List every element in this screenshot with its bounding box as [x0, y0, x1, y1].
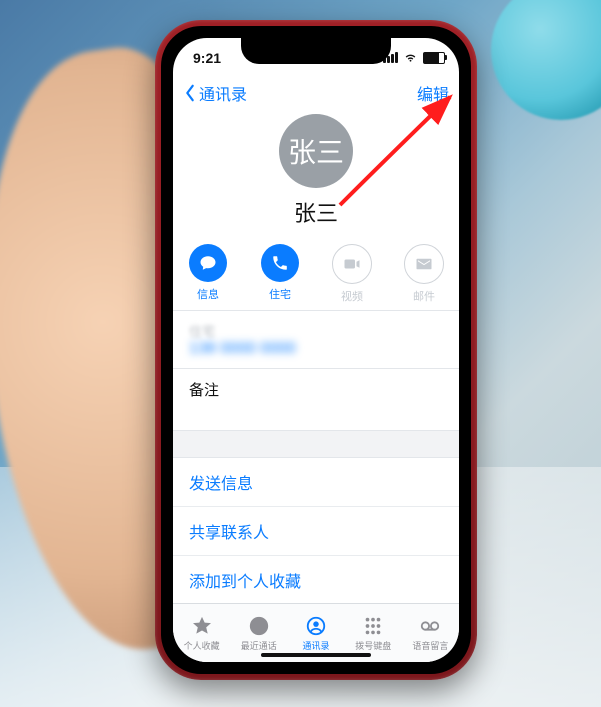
home-indicator[interactable]: [261, 653, 371, 657]
send-message-row[interactable]: 发送信息: [173, 458, 459, 507]
avatar-initials: 张三: [288, 131, 344, 171]
edit-button[interactable]: 编辑: [417, 81, 449, 105]
message-label: 信息: [197, 286, 219, 302]
phone-icon: [261, 244, 299, 282]
message-icon: [189, 244, 227, 282]
contact-icon: [305, 615, 327, 637]
back-label: 通讯录: [199, 81, 247, 105]
tab-favorites[interactable]: 个人收藏: [173, 604, 230, 662]
contact-name: 张三: [294, 196, 338, 228]
battery-icon: [423, 52, 445, 64]
wifi-icon: [403, 50, 418, 65]
phone-body: 9:21 通讯录 编辑 张三 张三: [155, 20, 477, 680]
phone-type-label: 住宅: [189, 321, 443, 340]
call-label: 住宅: [269, 286, 291, 302]
clock-icon: [248, 615, 270, 637]
mail-action: 邮件: [398, 244, 450, 304]
mail-icon: [404, 244, 444, 284]
action-row: 信息 住宅 视频 邮件: [173, 238, 459, 310]
tab-label: 最近通话: [241, 639, 277, 652]
tab-bar: 个人收藏 最近通话 通讯录 拨号键盘 语音留言: [173, 603, 459, 662]
phone-number-row[interactable]: 住宅 138 0000 0000: [173, 311, 459, 368]
avatar: 张三: [279, 114, 353, 188]
call-action[interactable]: 住宅: [254, 244, 306, 304]
phone-bezel: 9:21 通讯录 编辑 张三 张三: [161, 26, 471, 674]
mail-label: 邮件: [413, 288, 435, 304]
notch: [241, 38, 391, 64]
phone-screen: 9:21 通讯录 编辑 张三 张三: [173, 38, 459, 662]
video-label: 视频: [341, 288, 363, 304]
message-action[interactable]: 信息: [182, 244, 234, 304]
nav-bar: 通讯录 编辑: [173, 76, 459, 110]
contact-header: 张三 张三: [173, 110, 459, 238]
add-favorite-row[interactable]: 添加到个人收藏: [173, 556, 459, 605]
tab-label: 语音留言: [412, 639, 448, 652]
voicemail-icon: [419, 615, 441, 637]
section-gap: [173, 430, 459, 458]
chevron-left-icon: [183, 84, 197, 102]
status-time: 9:21: [193, 50, 221, 66]
status-right: [383, 50, 445, 65]
notes-row[interactable]: 备注: [173, 369, 459, 430]
tab-label: 拨号键盘: [355, 639, 391, 652]
share-contact-row[interactable]: 共享联系人: [173, 507, 459, 556]
phone-number: 138 0000 0000: [189, 340, 443, 358]
notes-label: 备注: [189, 382, 219, 399]
video-action: 视频: [326, 244, 378, 304]
tab-label: 个人收藏: [184, 639, 220, 652]
back-button[interactable]: 通讯录: [183, 81, 247, 105]
keypad-icon: [362, 615, 384, 637]
video-icon: [332, 244, 372, 284]
tab-voicemail[interactable]: 语音留言: [402, 604, 459, 662]
star-icon: [191, 615, 213, 637]
tab-label: 通讯录: [303, 639, 330, 652]
